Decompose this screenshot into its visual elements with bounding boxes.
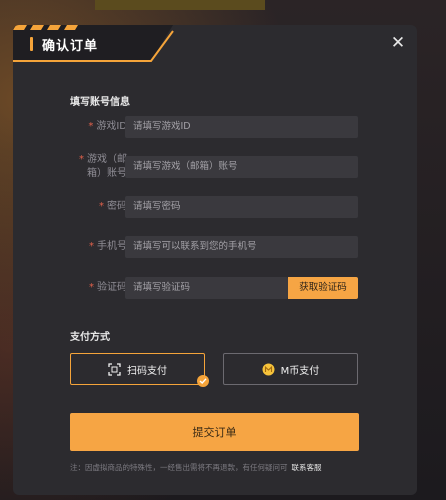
m-coin-icon bbox=[262, 363, 275, 376]
required-star: * bbox=[88, 121, 94, 132]
phone-input[interactable] bbox=[125, 236, 358, 258]
get-verification-code-button[interactable]: 获取验证码 bbox=[288, 277, 358, 299]
confirm-order-modal: 确认订单 ✕ 填写账号信息 *游戏ID *游戏（邮箱）账号 *密码 *手机号 *… bbox=[13, 25, 417, 495]
field-label-password: * 密码 bbox=[47, 200, 127, 214]
title-accent-bar bbox=[30, 37, 33, 51]
field-label-text: 密码 bbox=[107, 201, 127, 212]
notice-text: 注：因虚拟商品的特殊性，一经售出需将不再退款，有任何疑问可 联系客服 bbox=[70, 462, 322, 473]
pay-option-scan[interactable]: 扫码支付 bbox=[70, 353, 205, 385]
background-strip bbox=[95, 0, 265, 10]
account-section-title: 填写账号信息 bbox=[70, 97, 130, 108]
scan-icon bbox=[108, 362, 121, 376]
required-star: * bbox=[89, 241, 94, 252]
field-label-text: 游戏（邮箱）账号 bbox=[87, 154, 127, 179]
field-label-text: 手机号 bbox=[97, 241, 127, 252]
field-label-game-id: * 游戏ID bbox=[47, 120, 127, 134]
payment-section-title: 支付方式 bbox=[70, 332, 110, 343]
pay-option-label: M币支付 bbox=[280, 365, 320, 377]
pay-option-label: 扫码支付 bbox=[127, 365, 167, 377]
field-label-game-account: * 游戏（邮箱）账号 bbox=[65, 153, 127, 181]
game-account-input[interactable] bbox=[125, 156, 358, 178]
field-label-verification-code: * 验证码 bbox=[47, 281, 127, 295]
field-label-phone: * 手机号 bbox=[47, 240, 127, 254]
notice-body: 注：因虚拟商品的特殊性，一经售出需将不再退款，有任何疑问可 bbox=[70, 463, 288, 472]
submit-order-button[interactable]: 提交订单 bbox=[70, 413, 359, 451]
required-star: * bbox=[89, 282, 94, 293]
header-stripes-decoration bbox=[13, 25, 78, 30]
selected-check-icon bbox=[197, 375, 209, 387]
modal-header: 确认订单 ✕ bbox=[13, 25, 417, 69]
field-label-text: 游戏ID bbox=[96, 121, 127, 132]
close-icon[interactable]: ✕ bbox=[388, 33, 408, 53]
required-star: * bbox=[99, 201, 104, 212]
contact-support-link[interactable]: 联系客服 bbox=[292, 463, 322, 472]
pay-option-m-coin[interactable]: M币支付 bbox=[223, 353, 358, 385]
field-label-text: 验证码 bbox=[97, 282, 127, 293]
game-id-input[interactable] bbox=[125, 116, 358, 138]
modal-title: 确认订单 bbox=[42, 39, 99, 54]
verification-code-input[interactable] bbox=[125, 277, 288, 299]
password-input[interactable] bbox=[125, 196, 358, 218]
required-star: * bbox=[79, 154, 84, 165]
